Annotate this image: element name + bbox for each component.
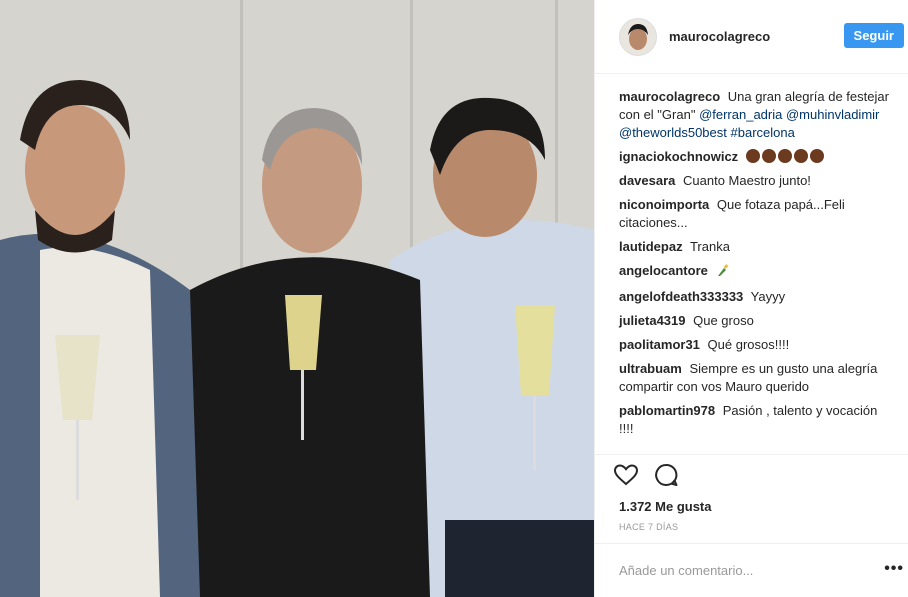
comment-text: Yayyy <box>750 289 786 304</box>
comment-username[interactable]: ignaciokochnowicz <box>619 149 738 164</box>
action-icons <box>613 462 679 491</box>
mention-link[interactable]: @theworlds50best <box>619 125 727 140</box>
comment-username[interactable]: angelocantore <box>619 263 708 278</box>
comment: niconoimporta Que fotaza papá...Feli cit… <box>619 196 891 232</box>
caption: maurocolagreco Una gran alegría de feste… <box>619 88 891 142</box>
mention-link[interactable]: @muhinvladimir <box>786 107 879 122</box>
comment-text: Cuanto Maestro junto! <box>683 173 811 188</box>
comment-icon[interactable] <box>653 462 679 491</box>
post-header: maurocolagreco Seguir <box>595 0 908 74</box>
caption-username[interactable]: maurocolagreco <box>619 89 720 104</box>
add-comment-input[interactable]: Añade un comentario... <box>619 563 753 578</box>
actions-divider <box>595 454 908 455</box>
avatar-image <box>620 18 656 55</box>
comment: ultrabuam Siempre es un gusto una alegrí… <box>619 360 891 396</box>
comment: angelocantore <box>619 262 891 282</box>
comment: ignaciokochnowicz <box>619 148 891 166</box>
comment: julieta4319 Que groso <box>619 312 891 330</box>
comment: angelofdeath333333 Yayyy <box>619 288 891 306</box>
instagram-post: maurocolagreco Seguir maurocolagreco Una… <box>0 0 908 597</box>
likes-count[interactable]: 1.372 Me gusta <box>619 499 712 514</box>
comment-text: Tranka <box>689 239 730 254</box>
add-comment-bar: Añade un comentario... <box>595 543 908 597</box>
comment-text: Qué grosos!!!! <box>707 337 790 352</box>
more-options-icon[interactable]: ••• <box>884 560 904 578</box>
comments-list: maurocolagreco Una gran alegría de feste… <box>619 88 891 444</box>
mention-link[interactable]: @ferran_adria <box>699 107 782 122</box>
comment-username[interactable]: lautidepaz <box>619 239 683 254</box>
comment-username[interactable]: niconoimporta <box>619 197 709 212</box>
comment-username[interactable]: ultrabuam <box>619 361 682 376</box>
comment-username[interactable]: pablomartin978 <box>619 403 715 418</box>
clapping-hands-emoji <box>745 149 826 164</box>
comment-username[interactable]: paolitamor31 <box>619 337 700 352</box>
comment: lautidepaz Tranka <box>619 238 891 256</box>
author-username[interactable]: maurocolagreco <box>669 29 770 44</box>
avatar[interactable] <box>619 17 657 56</box>
post-photo[interactable] <box>0 0 594 597</box>
champagne-bottle-icon <box>715 263 729 282</box>
comment-text: Que groso <box>693 313 754 328</box>
comment: pablomartin978 Pasión , talento y vocaci… <box>619 402 891 438</box>
comment-username[interactable]: julieta4319 <box>619 313 686 328</box>
photo-illustration <box>0 0 594 597</box>
comment: paolitamor31 Qué grosos!!!! <box>619 336 891 354</box>
follow-button[interactable]: Seguir <box>843 23 904 48</box>
heart-icon[interactable] <box>613 462 639 491</box>
comment: davesara Cuanto Maestro junto! <box>619 172 891 190</box>
comment-username[interactable]: angelofdeath333333 <box>619 289 743 304</box>
hashtag-link[interactable]: #barcelona <box>731 125 795 140</box>
comment-username[interactable]: davesara <box>619 173 675 188</box>
post-sidebar: maurocolagreco Seguir maurocolagreco Una… <box>594 0 908 597</box>
post-date: HACE 7 DÍAS <box>619 522 679 532</box>
